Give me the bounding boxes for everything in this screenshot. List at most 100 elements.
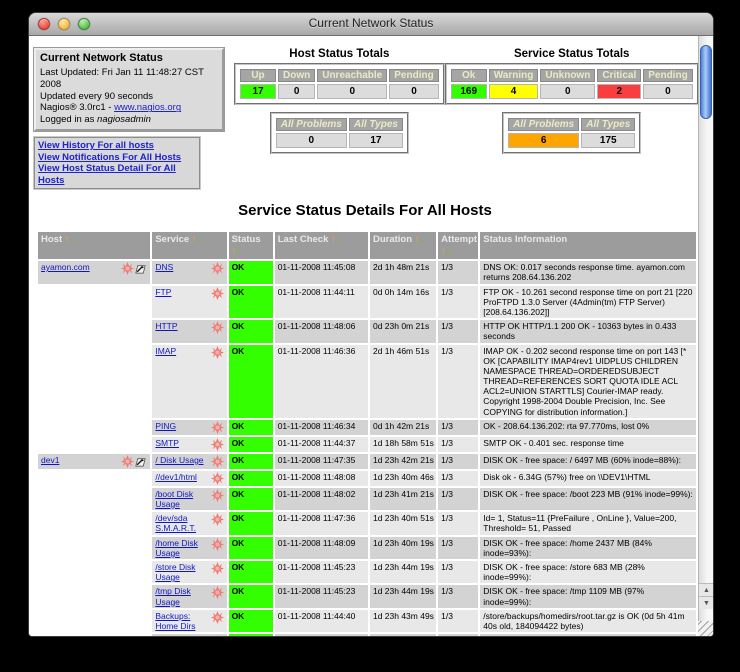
service-link[interactable]: IMAP [155, 346, 208, 356]
totals-header[interactable]: Up [240, 69, 276, 82]
totals-header[interactable]: All Types [581, 118, 635, 131]
totals-header[interactable]: Unknown [540, 69, 595, 82]
browser-window: Current Network Status Current Network S… [28, 12, 714, 637]
star-burst-icon[interactable] [211, 538, 224, 551]
host-cell [38, 286, 150, 319]
star-burst-icon[interactable] [211, 562, 224, 575]
attempt-cell: 1/3 [438, 488, 478, 510]
table-row: ayamon.comDNSOK01-11-2008 11:45:082d 1h … [38, 261, 696, 283]
attempt-cell: 1/3 [438, 585, 478, 607]
quick-link[interactable]: View Notifications For All Hosts [38, 152, 196, 164]
scroll-down-button[interactable]: ▼ [699, 596, 713, 609]
totals-value: 4 [489, 84, 539, 99]
service-link[interactable]: Backups: Home Dirs [155, 611, 208, 631]
service-cell: /dev/sda S.M.A.R.T. [152, 512, 226, 534]
totals-header[interactable]: Critical [597, 69, 641, 82]
star-burst-icon[interactable] [211, 438, 224, 451]
star-burst-icon[interactable] [211, 513, 224, 526]
totals-header[interactable]: All Types [349, 118, 403, 131]
totals-header[interactable]: Down [278, 69, 315, 82]
service-link[interactable]: /boot Disk Usage [155, 489, 208, 509]
status-information-cell: IMAP OK - 0.202 second response time on … [480, 345, 696, 418]
status-information-cell: /store/backups/mondo/mondorescue-1.iso i… [480, 634, 696, 636]
minimize-button[interactable] [58, 18, 70, 30]
service-totals-title: Service Status Totals [445, 48, 698, 60]
service-link[interactable]: FTP [155, 287, 208, 297]
host-cell [38, 585, 150, 607]
attempt-cell: 1/3 [438, 286, 478, 319]
last-check-cell: 01-11-2008 11:48:06 [275, 320, 368, 342]
table-row: IMAPOK01-11-2008 11:46:362d 1h 46m 51s1/… [38, 345, 696, 418]
sort-descending-icon[interactable]: ↓ [419, 234, 424, 245]
service-link[interactable]: /store Disk Usage [155, 562, 208, 582]
service-link[interactable]: /dev/sda S.M.A.R.T. [155, 513, 208, 533]
totals-header[interactable]: All Problems [508, 118, 579, 131]
sort-descending-icon[interactable]: ↓ [236, 246, 241, 257]
service-link[interactable]: SMTP [155, 438, 208, 448]
close-button[interactable] [38, 18, 50, 30]
totals-header[interactable]: Warning [489, 69, 539, 82]
service-link[interactable]: DNS [155, 262, 208, 272]
scroll-up-button[interactable]: ▲ [699, 583, 713, 596]
totals-header[interactable]: Pending [643, 69, 692, 82]
window-resize-grip[interactable] [698, 621, 713, 636]
performance-graph-icon[interactable] [134, 455, 147, 468]
duration-cell: 1d 23h 40m 19s [370, 537, 436, 559]
star-burst-icon[interactable] [121, 455, 134, 468]
totals-header[interactable]: Unreachable [317, 69, 387, 82]
service-totals-table: OkWarningUnknownCriticalPending1694020 [449, 67, 695, 101]
quick-link[interactable]: View History For all hosts [38, 140, 196, 152]
star-burst-icon[interactable] [211, 472, 224, 485]
host-cell [38, 345, 150, 418]
page-body: Current Network Status Last Updated: Fri… [29, 36, 698, 636]
status-information-cell: DISK OK - free space: /home 2437 MB (84%… [480, 537, 696, 559]
star-burst-icon[interactable] [211, 262, 224, 275]
scrollbar-thumb[interactable] [700, 45, 712, 119]
star-burst-icon[interactable] [211, 586, 224, 599]
star-burst-icon[interactable] [211, 321, 224, 334]
last-check-cell: 01-11-2008 11:47:35 [275, 454, 368, 469]
service-link[interactable]: / Disk Usage [155, 455, 208, 465]
table-header-row: Host ↑↓Service ↑↓Status ↑↓Last Check ↑↓D… [38, 232, 696, 259]
table-row: /home Disk UsageOK01-11-2008 11:48:091d … [38, 537, 696, 559]
star-burst-icon[interactable] [211, 421, 224, 434]
host-link[interactable]: dev1 [41, 455, 119, 465]
service-cell: //dev1/html [152, 471, 226, 486]
quick-link[interactable]: View Host Status Detail For All Hosts [38, 163, 196, 186]
star-burst-icon[interactable] [211, 346, 224, 359]
star-burst-icon[interactable] [211, 489, 224, 502]
star-burst-icon[interactable] [211, 455, 224, 468]
duration-cell: 1d 23h 41m 21s [370, 488, 436, 510]
attempt-cell: 1/3 [438, 261, 478, 283]
vertical-scrollbar[interactable]: ▲ ▼ [698, 36, 713, 636]
star-burst-icon[interactable] [121, 262, 134, 275]
nagios-org-link[interactable]: www.nagios.org [114, 102, 181, 113]
host-link[interactable]: ayamon.com [41, 262, 119, 272]
performance-graph-icon[interactable] [134, 262, 147, 275]
service-link[interactable]: PING [155, 421, 208, 431]
last-check-cell: 01-11-2008 11:48:08 [275, 471, 368, 486]
service-link[interactable]: Backups: Mondo Rescue [155, 635, 208, 636]
service-link[interactable]: //dev1/html [155, 472, 208, 482]
service-link[interactable]: HTTP [155, 321, 208, 331]
sort-descending-icon[interactable]: ↓ [336, 234, 341, 245]
attempt-cell: 1/3 [438, 420, 478, 435]
service-totals-all-table: All ProblemsAll Types6175 [506, 116, 637, 150]
host-cell [38, 320, 150, 342]
totals-header[interactable]: All Problems [276, 118, 347, 131]
star-burst-icon[interactable] [211, 611, 224, 624]
sort-descending-icon[interactable]: ↓ [197, 234, 202, 245]
sort-descending-icon[interactable]: ↓ [446, 246, 451, 257]
service-link[interactable]: /home Disk Usage [155, 538, 208, 558]
star-burst-icon[interactable] [211, 635, 224, 636]
sort-descending-icon[interactable]: ↓ [70, 234, 75, 245]
status-information-cell: /store/backups/homedirs/root.tar.gz is O… [480, 610, 696, 632]
service-link[interactable]: /tmp Disk Usage [155, 586, 208, 606]
status-cell: OK [229, 454, 273, 469]
totals-header[interactable]: Pending [389, 69, 438, 82]
star-burst-icon[interactable] [211, 287, 224, 300]
status-information-cell: DISK OK - free space: / 6497 MB (60% ino… [480, 454, 696, 469]
totals-header[interactable]: Ok [451, 69, 487, 82]
status-information-cell: SMTP OK - 0.401 sec. response time [480, 437, 696, 452]
zoom-button[interactable] [78, 18, 90, 30]
